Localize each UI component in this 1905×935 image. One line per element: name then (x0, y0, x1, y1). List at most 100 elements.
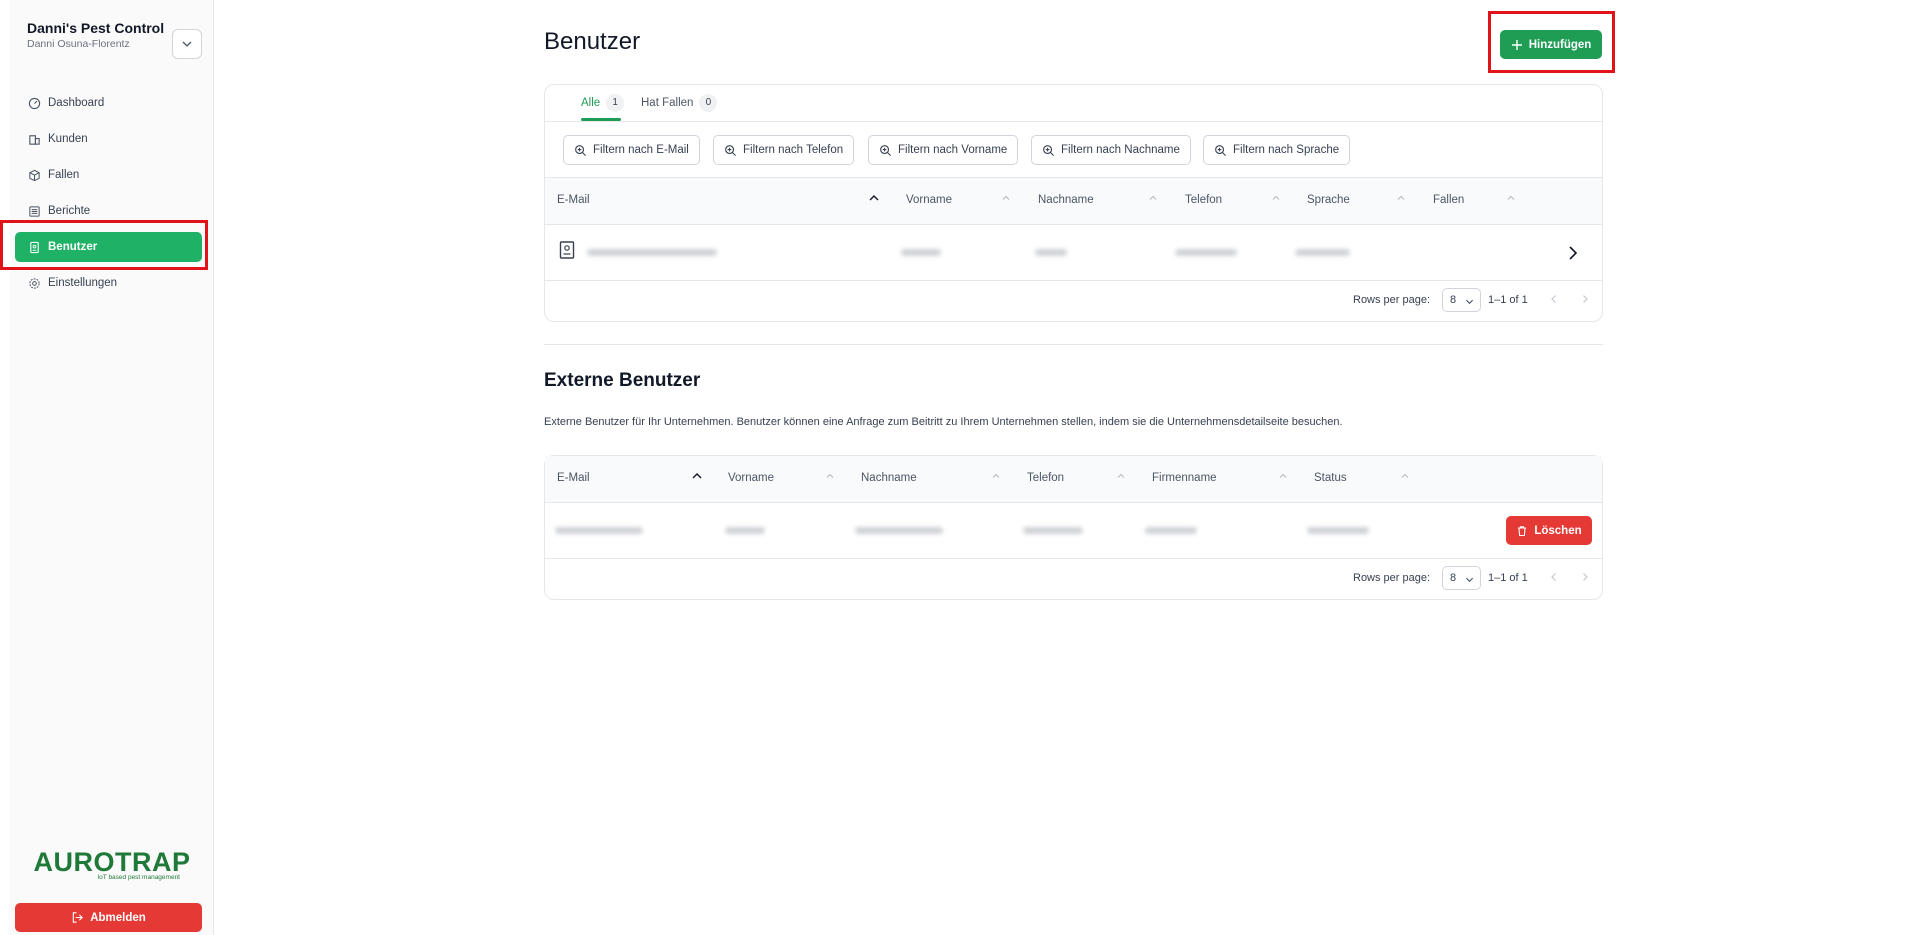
logo: AUROTRAP IoT based pest management (32, 848, 192, 881)
column-header-telefon[interactable]: Telefon (1027, 472, 1064, 484)
sort-up-icon[interactable] (1505, 192, 1517, 204)
column-header-vorname[interactable]: Vorname (906, 194, 952, 206)
gear-icon (29, 277, 40, 289)
sort-up-icon[interactable] (691, 470, 703, 482)
filter-email-button[interactable]: Filtern nach E-Mail (563, 135, 700, 165)
logout-icon (72, 912, 84, 923)
tab-label: Alle (581, 97, 601, 109)
redacted-nachname (1035, 249, 1067, 256)
chevron-right-icon[interactable] (1579, 571, 1591, 583)
redacted-vorname (725, 527, 765, 534)
section-divider (544, 344, 1603, 345)
table-header: E-Mail Vorname Nachname Telefon Sprache … (545, 178, 1602, 225)
tab-alle[interactable]: Alle 1 (581, 94, 625, 112)
pagination-range: 1–1 of 1 (1488, 572, 1528, 584)
sidebar-item-dashboard[interactable]: Dashboard (15, 88, 202, 118)
tab-count: 1 (606, 94, 625, 112)
company-name: Danni's Pest Control (27, 20, 165, 36)
sort-up-icon[interactable] (1000, 192, 1012, 204)
tab-hat-fallen[interactable]: Hat Fallen 0 (641, 94, 718, 112)
redacted-firmenname (1145, 527, 1197, 534)
chevron-left-icon[interactable] (1548, 293, 1560, 305)
chevron-right-icon[interactable] (1566, 245, 1580, 261)
delete-button[interactable]: Löschen (1506, 516, 1592, 545)
column-header-nachname[interactable]: Nachname (861, 472, 917, 484)
column-header-status[interactable]: Status (1314, 472, 1347, 484)
rows-per-page-label: Rows per page: (1353, 572, 1431, 584)
column-header-email[interactable]: E-Mail (557, 472, 590, 484)
filter-nachname-button[interactable]: Filtern nach Nachname (1031, 135, 1191, 165)
company-switcher-button[interactable] (172, 29, 202, 59)
list-icon (29, 205, 40, 217)
gauge-icon (28, 97, 41, 109)
redacted-vorname (901, 249, 941, 256)
filter-vorname-button[interactable]: Filtern nach Vorname (868, 135, 1019, 165)
rows-per-page-select[interactable]: 8 (1442, 566, 1481, 590)
sort-up-icon[interactable] (868, 192, 880, 204)
redacted-email (555, 527, 643, 534)
column-header-sprache[interactable]: Sprache (1307, 194, 1350, 206)
sort-up-icon[interactable] (990, 470, 1002, 482)
sidebar-nav: Dashboard Kunden Fallen Berichte Benutze… (15, 88, 202, 304)
column-header-firmenname[interactable]: Firmenname (1152, 472, 1217, 484)
logout-label: Abmelden (90, 911, 146, 924)
sidebar-item-label: Fallen (48, 169, 80, 181)
sidebar-item-fallen[interactable]: Fallen (15, 160, 202, 190)
rows-per-page-value: 8 (1450, 294, 1457, 306)
chevron-down-icon (1465, 577, 1474, 583)
sort-up-icon[interactable] (1115, 470, 1127, 482)
trash-icon (1518, 525, 1527, 536)
rows-per-page-select[interactable]: 8 (1442, 288, 1481, 312)
filter-label: Filtern nach Sprache (1233, 144, 1340, 156)
highlight-box-nav (0, 220, 208, 270)
tab-active-indicator (581, 118, 621, 121)
filter-bar: Filtern nach E-Mail Filtern nach Telefon… (545, 122, 1602, 178)
page-title: Benutzer (544, 28, 641, 55)
external-users-title: Externe Benutzer (544, 370, 701, 391)
column-header-vorname[interactable]: Vorname (728, 472, 774, 484)
filter-telefon-button[interactable]: Filtern nach Telefon (713, 135, 855, 165)
pagination-range: 1–1 of 1 (1488, 294, 1528, 306)
redacted-sprache (1295, 249, 1350, 256)
table-header: E-Mail Vorname Nachname Telefon Firmenna… (545, 456, 1602, 503)
external-users-description: Externe Benutzer für Ihr Unternehmen. Be… (544, 416, 1343, 428)
sidebar-item-label: Kunden (48, 133, 88, 145)
logo-main: AUROTRAP (33, 847, 191, 877)
rows-per-page-label: Rows per page: (1353, 294, 1431, 306)
table-row[interactable]: Löschen (545, 503, 1602, 559)
zoom-in-icon (725, 144, 736, 156)
column-header-telefon[interactable]: Telefon (1185, 194, 1222, 206)
sort-up-icon[interactable] (1399, 470, 1411, 482)
filter-label: Filtern nach E-Mail (593, 144, 689, 156)
chevron-left-icon[interactable] (1548, 571, 1560, 583)
badge-icon (559, 241, 575, 259)
filter-label: Filtern nach Telefon (743, 144, 844, 156)
tab-label: Hat Fallen (641, 97, 694, 109)
rows-per-page-value: 8 (1450, 572, 1457, 584)
column-header-nachname[interactable]: Nachname (1038, 194, 1094, 206)
redacted-nachname (855, 527, 943, 534)
app: Danni's Pest Control Danni Osuna-Florent… (0, 0, 1905, 935)
column-header-fallen[interactable]: Fallen (1433, 194, 1464, 206)
chevron-right-icon[interactable] (1579, 293, 1591, 305)
sort-up-icon[interactable] (1395, 192, 1407, 204)
sort-up-icon[interactable] (1147, 192, 1159, 204)
sidebar-item-kunden[interactable]: Kunden (15, 124, 202, 154)
table-pagination: Rows per page: 8 1–1 of 1 (545, 281, 1602, 321)
sidebar-item-label: Dashboard (48, 97, 105, 109)
sidebar-item-einstellungen[interactable]: Einstellungen (15, 268, 202, 298)
filter-sprache-button[interactable]: Filtern nach Sprache (1203, 135, 1351, 165)
filter-label: Filtern nach Vorname (898, 144, 1008, 156)
redacted-telefon (1175, 249, 1237, 256)
sort-up-icon[interactable] (1270, 192, 1282, 204)
table-row[interactable] (545, 225, 1602, 281)
zoom-in-icon (1215, 144, 1226, 156)
column-header-email[interactable]: E-Mail (557, 194, 590, 206)
building-icon (29, 134, 40, 145)
sort-up-icon[interactable] (1277, 470, 1289, 482)
sort-up-icon[interactable] (824, 470, 836, 482)
chevron-down-icon (182, 41, 192, 47)
logout-button[interactable]: Abmelden (15, 903, 202, 932)
sidebar-item-label: Berichte (48, 205, 91, 217)
company-info: Danni's Pest Control Danni Osuna-Florent… (27, 20, 167, 50)
